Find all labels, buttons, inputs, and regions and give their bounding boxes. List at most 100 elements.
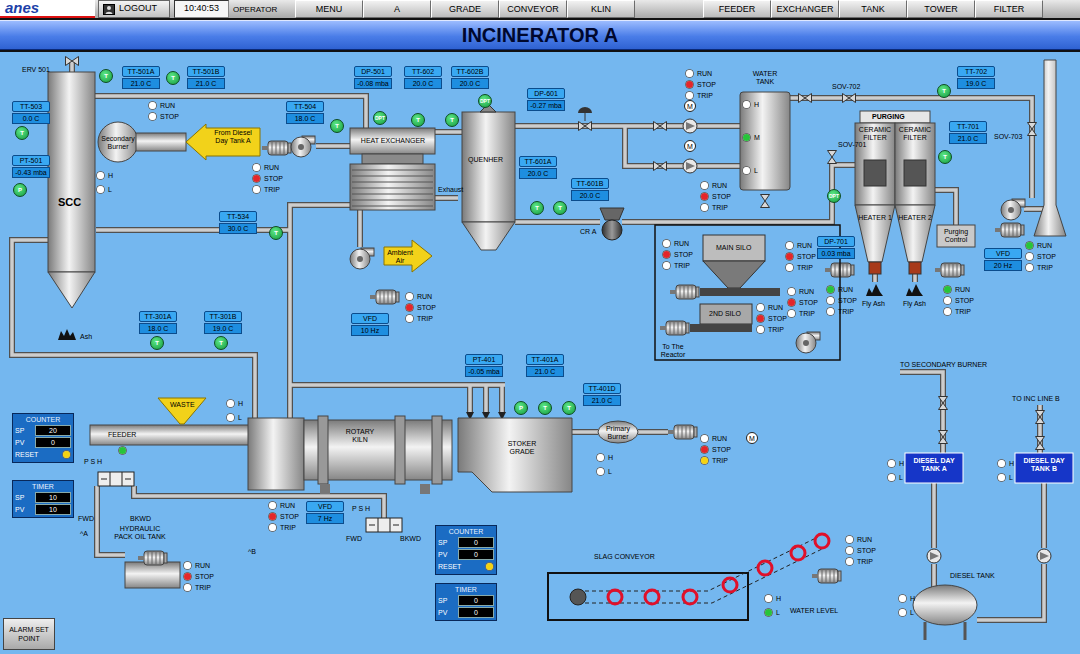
equipment-label: QUENHER [468, 156, 503, 164]
row-label: SP [15, 426, 24, 435]
row-value[interactable]: 0 [458, 607, 494, 618]
row-value[interactable]: 0 [458, 537, 494, 548]
equipment-label: WATER TANK [745, 70, 785, 86]
instrument-tag: TT-5030.0 C [12, 101, 50, 124]
status-row: TRIP [1025, 262, 1056, 273]
menu-button[interactable]: EXCHANGER [771, 0, 839, 18]
reset-label: RESET [15, 450, 38, 459]
alarm-set-point-button[interactable]: ALARM SET POINT [3, 618, 55, 650]
lamp-fill [888, 474, 895, 481]
tag-value: 7 Hz [306, 513, 344, 524]
motor-icon: M [684, 100, 696, 112]
instrument-tag: TT-601B20.0 C [571, 178, 609, 201]
motor-status: RUNSTOPTRIP [268, 500, 299, 533]
gauge-icon: T [937, 84, 951, 98]
lamp-fill [269, 502, 276, 509]
row-value[interactable]: 20 [35, 425, 71, 436]
status-row: RUN [785, 240, 816, 251]
tag-name: TT-401A [526, 354, 564, 365]
instrument-tag: VFD7 Hz [306, 501, 344, 524]
status-row: STOP [252, 173, 283, 184]
status-row: RUN [845, 534, 876, 545]
status-row: TRIP [826, 306, 857, 317]
row-value[interactable]: 0 [35, 437, 71, 448]
menu-button[interactable]: FEEDER [703, 0, 771, 18]
lamp-fill [686, 70, 693, 77]
instrument-tag: TT-401A21.0 C [526, 354, 564, 377]
status-row: TRIP [405, 313, 436, 324]
status-lamp [700, 434, 709, 443]
tag-value: -0.43 mba [12, 167, 50, 178]
menu-button[interactable]: MENU [295, 0, 363, 18]
gauge-icon: T [538, 401, 552, 415]
logout-button[interactable]: LOGOUT [98, 0, 170, 18]
menu-button[interactable]: TANK [839, 0, 907, 18]
status-row: RUN [148, 100, 179, 111]
level-lamp [96, 171, 105, 180]
reset-button[interactable]: RESET [15, 449, 71, 460]
instrument-tag: TT-70219.0 C [957, 66, 995, 89]
status-label: RUN [160, 101, 175, 110]
status-row: STOP [785, 251, 816, 262]
level-label: L [899, 473, 903, 482]
motor-status: RUNSTOPTRIP [785, 240, 816, 273]
tag-name: DP-501 [354, 66, 392, 77]
gauge-icon: T [445, 113, 459, 127]
row-value[interactable]: 10 [35, 492, 71, 503]
equipment-label: From Diesel Day Tank A [208, 129, 258, 145]
equipment-label: MAIN SILO [716, 244, 751, 252]
level-label: H [754, 100, 759, 109]
gauge-icon: T [938, 150, 952, 164]
tag-value: 30.0 C [219, 223, 257, 234]
row-value[interactable]: 0 [458, 595, 494, 606]
motor-icon: M [684, 140, 696, 152]
gauge-icon: T [150, 336, 164, 350]
instrument-tag: TT-501A21.0 C [122, 66, 160, 89]
instrument-tag: TT-602B20.0 C [451, 66, 489, 89]
equipment-label: ^B [248, 548, 256, 556]
tag-name: TT-602B [451, 66, 489, 77]
lamp-fill [663, 251, 670, 258]
status-lamp [252, 185, 261, 194]
lamp-fill [227, 400, 234, 407]
instrument-tag: TT-501B21.0 C [187, 66, 225, 89]
status-label: TRIP [674, 261, 690, 270]
row-value[interactable]: 0 [458, 549, 494, 560]
level-label: H [1009, 459, 1014, 468]
lamp-fill [184, 562, 191, 569]
status-label: RUN [195, 561, 210, 570]
lamp-fill [253, 186, 260, 193]
panel-row: SP 20 [15, 425, 71, 436]
menu-button[interactable]: KLIN [567, 0, 635, 18]
level-lamp [226, 413, 235, 422]
status-label: RUN [797, 241, 812, 250]
status-row: STOP [268, 511, 299, 522]
status-lamp [662, 261, 671, 270]
lamp-fill [765, 595, 772, 602]
status-lamp [845, 546, 854, 555]
status-lamp [787, 309, 796, 318]
gauge-icon: DPT [827, 189, 841, 203]
equipment-label: SOV-702 [832, 83, 860, 91]
status-lamp [183, 572, 192, 581]
reset-button[interactable]: RESET [438, 561, 494, 572]
menu-button[interactable]: TOWER [907, 0, 975, 18]
tag-value: 19.0 C [204, 323, 242, 334]
menu-button[interactable]: FILTER [975, 0, 1043, 18]
level-lamp [887, 473, 896, 482]
level-label: L [754, 166, 758, 175]
status-row: RUN [183, 560, 214, 571]
tag-name: VFD [306, 501, 344, 512]
menu-button[interactable]: CONVEYOR [499, 0, 567, 18]
lamp-fill [701, 446, 708, 453]
row-value[interactable]: 10 [35, 504, 71, 515]
menu-button[interactable]: GRADE [431, 0, 499, 18]
motor-status: RUNSTOPTRIP [826, 284, 857, 317]
level-indicator: M [742, 132, 760, 143]
menu-button[interactable]: A [363, 0, 431, 18]
status-row: RUN [405, 291, 436, 302]
equipment-label: Purging Control [937, 228, 975, 244]
level-lamp [997, 459, 1006, 468]
status-lamp [826, 296, 835, 305]
equipment-label: Exhaust [438, 186, 463, 194]
